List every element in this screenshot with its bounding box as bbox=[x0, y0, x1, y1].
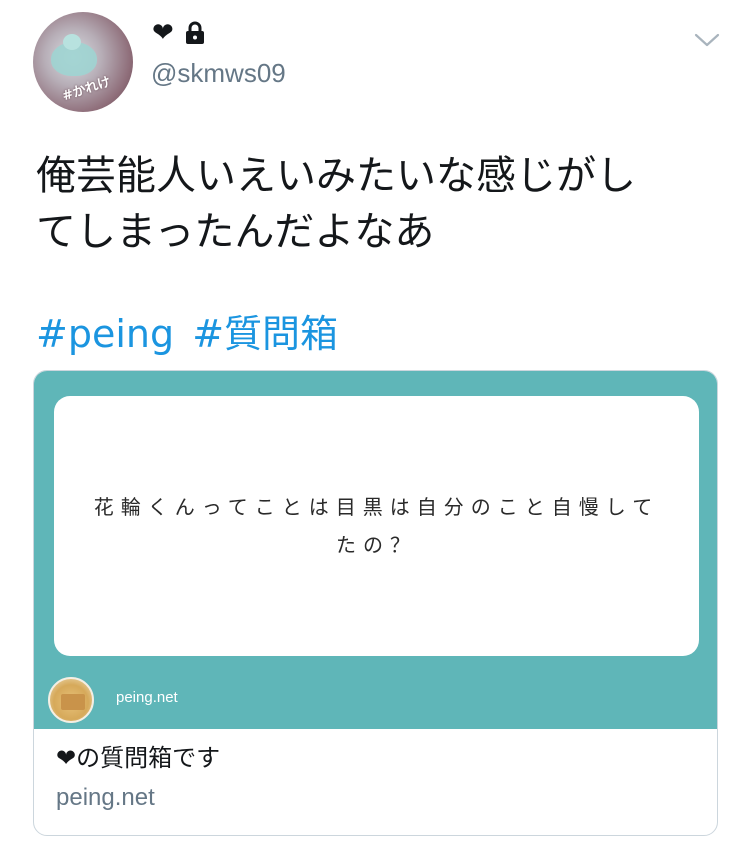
hashtags: #peing #質問箱 bbox=[36, 303, 344, 358]
peing-site-label: peing.net bbox=[116, 689, 178, 706]
hashtag-link[interactable]: #質問箱 bbox=[192, 312, 338, 356]
question-text: 花輪くんってことは目黒は自分のこと自慢して たの？ bbox=[77, 488, 677, 564]
question-line: 花輪くんってことは目黒は自分のこと自慢して bbox=[93, 495, 660, 519]
lock-icon bbox=[185, 21, 204, 44]
link-card[interactable]: 花輪くんってことは目黒は自分のこと自慢して たの？ peing.net ❤の質問… bbox=[33, 370, 718, 836]
name-row: ❤ bbox=[152, 20, 206, 46]
display-name[interactable]: ❤ bbox=[152, 20, 174, 46]
hashtag-link[interactable]: #peing bbox=[36, 312, 174, 356]
tweet-text-line: てしまったんだよなあ bbox=[36, 209, 435, 255]
avatar-illustration-detail bbox=[63, 34, 81, 50]
question-box: 花輪くんってことは目黒は自分のこと自慢して たの？ bbox=[54, 396, 699, 656]
tweet-text-line: 俺芸能人いえいみたいな感じがし bbox=[36, 153, 636, 199]
chevron-down-icon[interactable] bbox=[693, 30, 721, 50]
avatar[interactable]: #かれけ bbox=[33, 12, 133, 112]
user-handle[interactable]: @skmws09 bbox=[151, 58, 286, 89]
card-title: ❤の質問箱です bbox=[56, 744, 221, 772]
box-icon bbox=[61, 694, 85, 710]
peing-logo-icon bbox=[48, 677, 94, 723]
card-domain: peing.net bbox=[56, 784, 155, 811]
tweet: #かれけ ❤ @skmws09 俺芸能人いえいみたいな感じがし てしまったんだよ… bbox=[0, 0, 750, 843]
tweet-text: 俺芸能人いえいみたいな感じがし てしまったんだよなあ bbox=[36, 148, 726, 260]
card-info[interactable]: ❤の質問箱です peing.net bbox=[34, 729, 717, 835]
question-line: たの？ bbox=[336, 533, 417, 557]
card-image[interactable]: 花輪くんってことは目黒は自分のこと自慢して たの？ peing.net bbox=[34, 371, 717, 729]
